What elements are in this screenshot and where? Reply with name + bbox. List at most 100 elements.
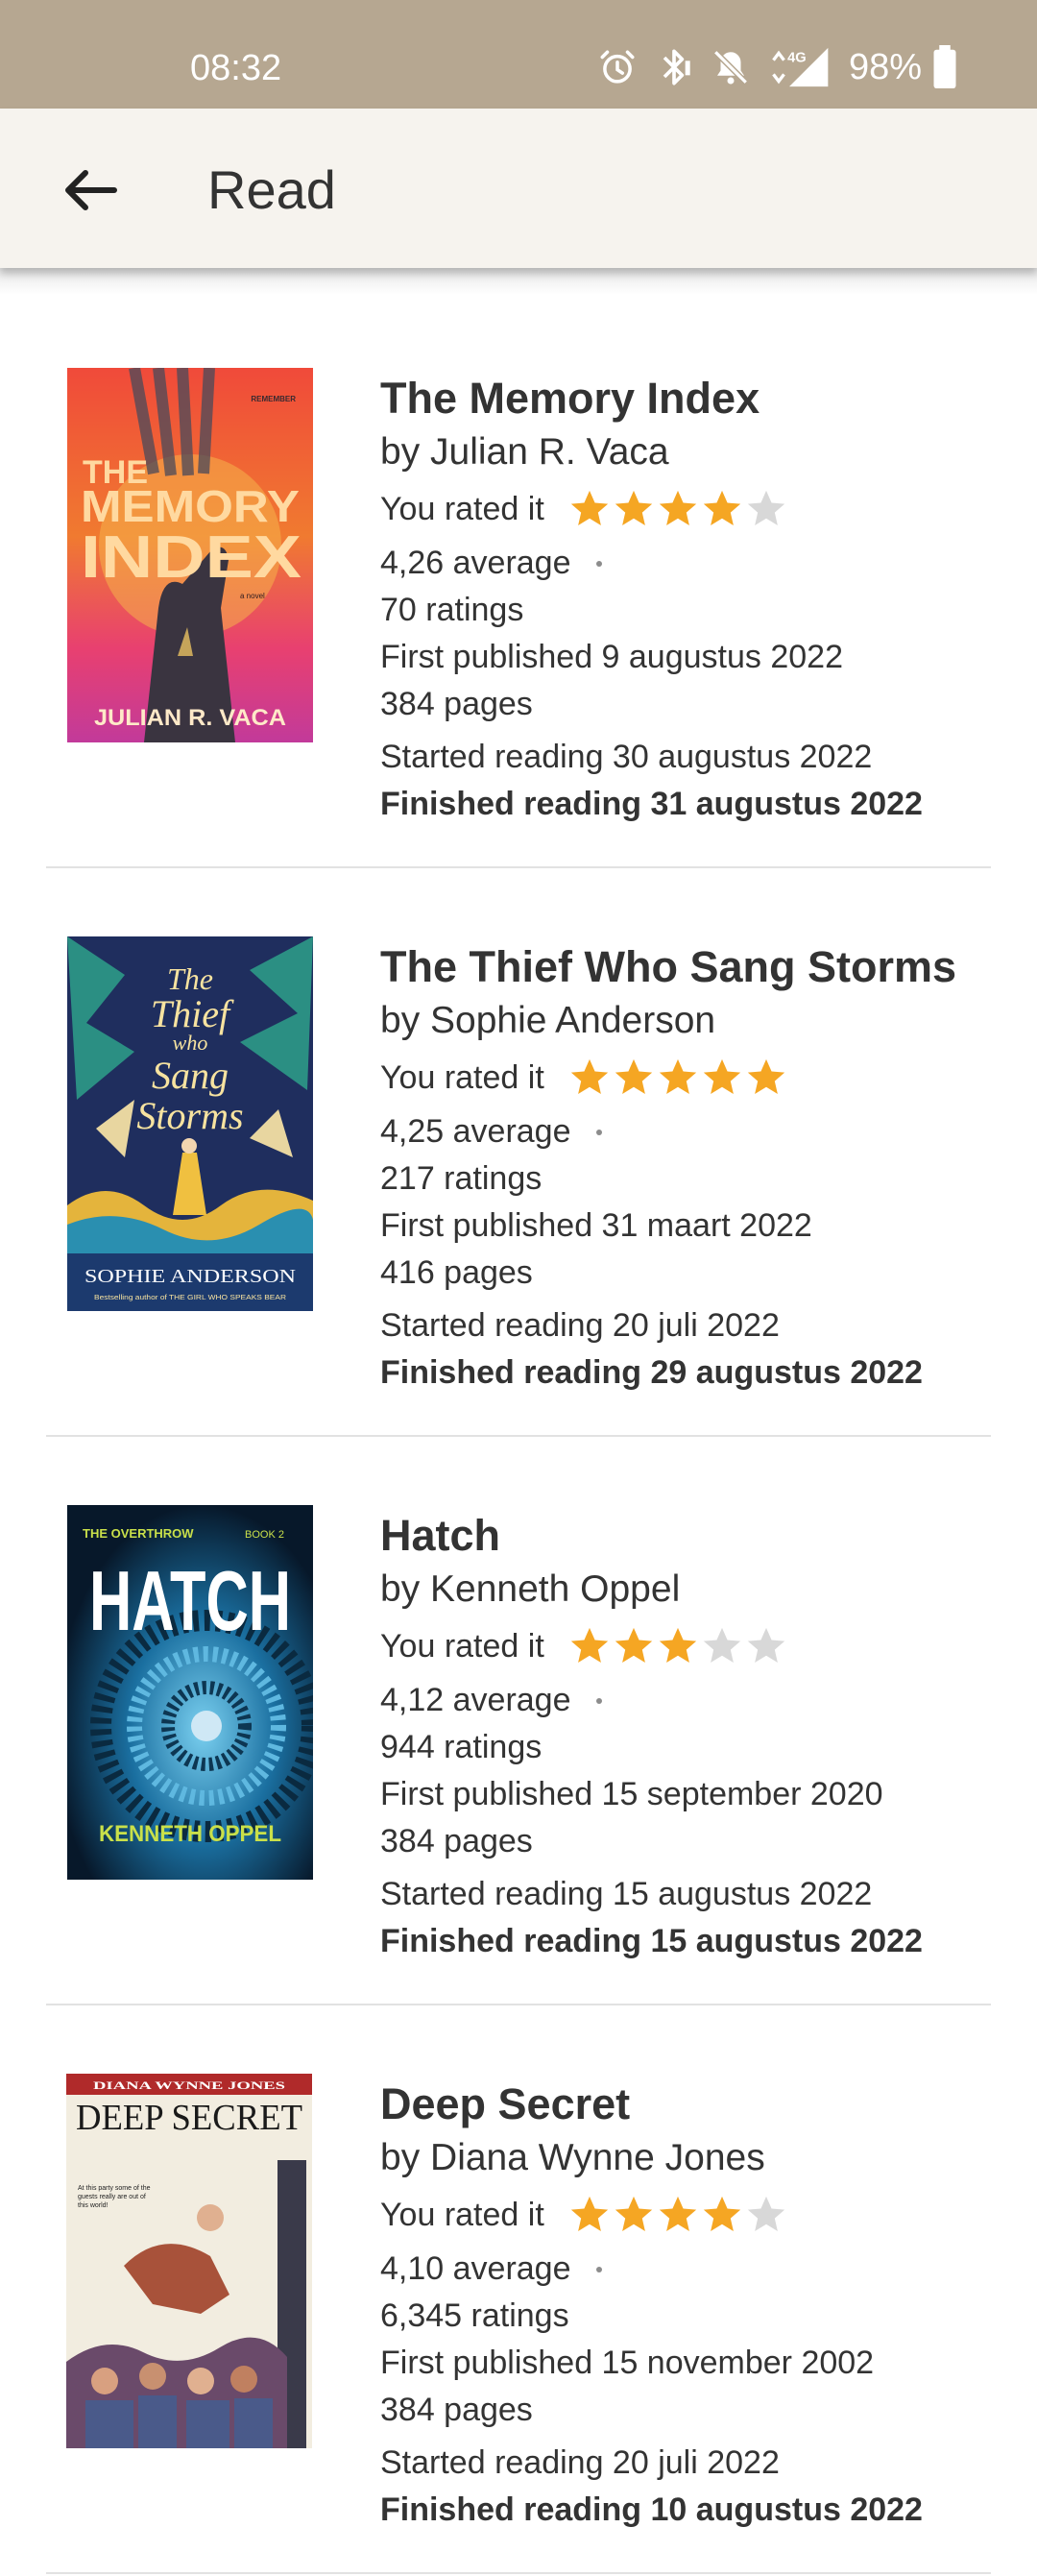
user-rating-row: You rated it — [380, 478, 1004, 540]
divider — [46, 2572, 991, 2574]
book-title[interactable]: Deep Secret — [380, 2077, 1004, 2132]
cover-author: KENNETH OPPEL — [99, 1821, 281, 1847]
star-filled-icon[interactable] — [656, 1624, 700, 1668]
book-title[interactable]: The Thief Who Sang Storms — [380, 939, 1004, 995]
cover-title-line5: Storms — [136, 1094, 243, 1137]
arrow-left-icon — [65, 170, 117, 210]
book-item-the-thief-who-sang-storms[interactable]: The Thief who Sang Storms SOPHIE ANDERSO… — [0, 868, 1037, 1437]
average-rating: 4,25 average — [380, 1108, 1004, 1155]
separator-dot — [595, 560, 602, 567]
star-filled-icon[interactable] — [567, 2193, 612, 2237]
star-filled-icon[interactable] — [567, 487, 612, 531]
status-bar: 08:32 4G 98% — [0, 0, 1037, 109]
cover-label: a novel — [240, 592, 265, 600]
page-count: 416 pages — [380, 1254, 533, 1291]
average-rating: 4,12 average — [380, 1677, 1004, 1724]
average-rating-text: 4,25 average — [380, 1113, 571, 1150]
book-author[interactable]: by Julian R. Vaca — [380, 426, 1004, 478]
book-title[interactable]: Hatch — [380, 1508, 1004, 1564]
cover-author: SOPHIE ANDERSON — [84, 1266, 296, 1287]
signal-4g-icon: 4G — [768, 46, 832, 88]
started-reading: Started reading 30 augustus 2022 — [380, 739, 873, 775]
separator-dot — [595, 1129, 602, 1135]
star-filled-icon[interactable] — [567, 1056, 612, 1100]
first-published: First published 9 augustus 2022 — [380, 639, 843, 675]
page-count: 384 pages — [380, 2392, 533, 2428]
battery-percent: 98% — [849, 47, 923, 87]
ratings-count: 70 ratings — [380, 592, 524, 628]
star-filled-icon[interactable] — [612, 487, 656, 531]
rating-label: You rated it — [380, 1628, 544, 1665]
star-rating[interactable] — [567, 1056, 788, 1100]
average-rating-text: 4,26 average — [380, 545, 571, 581]
first-published: First published 15 november 2002 — [380, 2345, 875, 2381]
rating-label: You rated it — [380, 2197, 544, 2233]
book-cover-image[interactable]: THE OVERTHROW BOOK 2 HATCH KENNETH OPPEL — [67, 1505, 313, 1880]
notifications-off-icon — [711, 47, 751, 87]
page-count: 384 pages — [380, 1823, 533, 1859]
alarm-icon — [597, 47, 638, 87]
first-published: First published 31 maart 2022 — [380, 1207, 812, 1244]
started-reading: Started reading 20 juli 2022 — [380, 1307, 780, 1344]
started-reading: Started reading 20 juli 2022 — [380, 2444, 780, 2481]
separator-dot — [595, 2266, 602, 2272]
book-info: The Memory Index by Julian R. Vaca You r… — [380, 371, 1004, 828]
star-rating[interactable] — [567, 487, 788, 531]
star-filled-icon[interactable] — [612, 1056, 656, 1100]
book-info: Hatch by Kenneth Oppel You rated it 4,12… — [380, 1508, 1004, 1965]
rating-label: You rated it — [380, 1059, 544, 1096]
scroll-shadow — [0, 268, 1037, 295]
star-filled-icon[interactable] — [700, 1056, 744, 1100]
cover-title: DEEP SECRET — [76, 2098, 302, 2138]
star-empty-icon[interactable] — [744, 2193, 788, 2237]
finished-reading: Finished reading 29 augustus 2022 — [380, 1354, 923, 1391]
book-cover-image[interactable]: REMEMBER THE MEMORY INDEX a novel JULIAN… — [67, 368, 313, 742]
app-bar: Read — [0, 109, 1037, 268]
cover-tagline: Bestselling author of THE GIRL WHO SPEAK… — [94, 1295, 286, 1301]
star-filled-icon[interactable] — [656, 487, 700, 531]
ratings-count: 217 ratings — [380, 1160, 543, 1197]
book-item-the-memory-index[interactable]: REMEMBER THE MEMORY INDEX a novel JULIAN… — [0, 300, 1037, 868]
star-empty-icon[interactable] — [744, 487, 788, 531]
book-author[interactable]: by Sophie Anderson — [380, 995, 1004, 1047]
star-filled-icon[interactable] — [656, 1056, 700, 1100]
star-filled-icon[interactable] — [700, 487, 744, 531]
star-filled-icon[interactable] — [656, 2193, 700, 2237]
book-author[interactable]: by Kenneth Oppel — [380, 1564, 1004, 1616]
status-time: 08:32 — [190, 48, 282, 88]
average-rating-text: 4,10 average — [380, 2250, 571, 2287]
finished-reading: Finished reading 31 augustus 2022 — [380, 786, 923, 822]
book-item-deep-secret[interactable]: DIANA WYNNE JONES DEEP SECRET At this pa… — [0, 2005, 1037, 2574]
star-empty-icon[interactable] — [700, 1624, 744, 1668]
rating-label: You rated it — [380, 491, 544, 527]
user-rating-row: You rated it — [380, 1047, 1004, 1108]
book-info: The Thief Who Sang Storms by Sophie Ande… — [380, 939, 1004, 1397]
back-button[interactable] — [46, 152, 134, 229]
separator-dot — [595, 1697, 602, 1704]
book-author[interactable]: by Diana Wynne Jones — [380, 2132, 1004, 2184]
book-cover-image[interactable]: DIANA WYNNE JONES DEEP SECRET At this pa… — [61, 2074, 317, 2448]
book-title[interactable]: The Memory Index — [380, 371, 1004, 426]
cover-series: THE OVERTHROW — [83, 1526, 194, 1541]
book-info: Deep Secret by Diana Wynne Jones You rat… — [380, 2077, 1004, 2534]
cover-title: HATCH — [89, 1553, 291, 1648]
star-filled-icon[interactable] — [744, 1056, 788, 1100]
star-filled-icon[interactable] — [700, 2193, 744, 2237]
star-filled-icon[interactable] — [612, 2193, 656, 2237]
cover-title-line4: Sang — [152, 1054, 229, 1097]
star-empty-icon[interactable] — [744, 1624, 788, 1668]
bluetooth-icon — [655, 46, 693, 88]
page-title: Read — [207, 159, 336, 220]
star-filled-icon[interactable] — [612, 1624, 656, 1668]
ratings-count: 6,345 ratings — [380, 2297, 569, 2334]
book-list: REMEMBER THE MEMORY INDEX a novel JULIAN… — [0, 300, 1037, 2574]
user-rating-row: You rated it — [380, 1616, 1004, 1677]
star-rating[interactable] — [567, 1624, 788, 1668]
finished-reading: Finished reading 10 augustus 2022 — [380, 2491, 923, 2528]
battery-icon — [931, 45, 958, 89]
cover-title-line3: INDEX — [81, 524, 301, 591]
book-cover-image[interactable]: The Thief who Sang Storms SOPHIE ANDERSO… — [67, 936, 313, 1311]
star-rating[interactable] — [567, 2193, 788, 2237]
book-item-hatch[interactable]: THE OVERTHROW BOOK 2 HATCH KENNETH OPPEL… — [0, 1437, 1037, 2005]
star-filled-icon[interactable] — [567, 1624, 612, 1668]
